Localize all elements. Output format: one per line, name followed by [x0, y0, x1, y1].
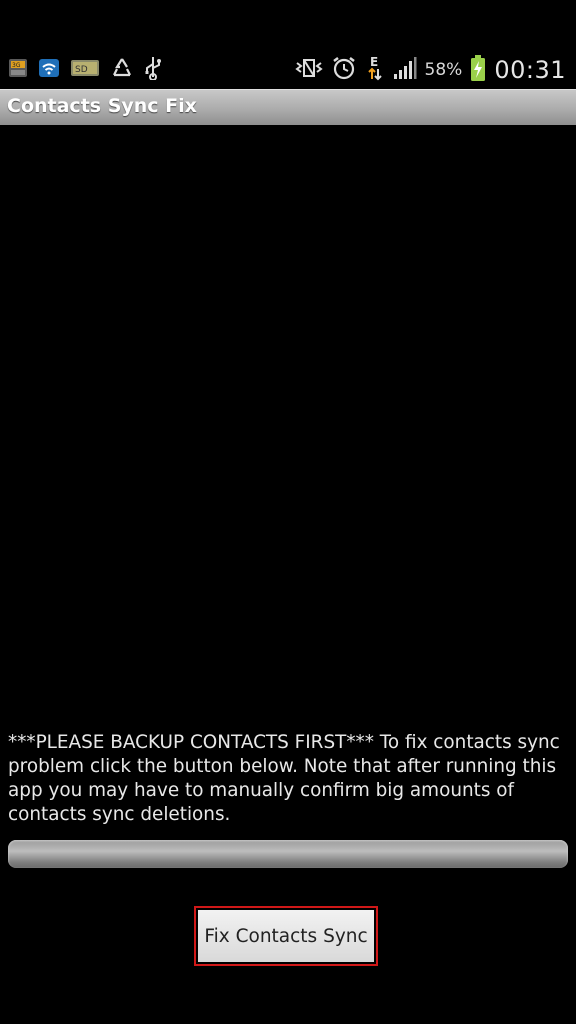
- battery-charging-icon: [470, 54, 486, 86]
- status-bar: 3G SD E 58% 00:31: [0, 48, 576, 90]
- svg-text:SD: SD: [75, 65, 88, 75]
- clock: 00:31: [494, 56, 566, 84]
- progress-bar: [8, 840, 568, 868]
- fix-button-highlight: Fix Contacts Sync: [194, 906, 378, 966]
- app-title: Contacts Sync Fix: [7, 95, 197, 117]
- usb-icon: [144, 56, 162, 84]
- title-bar: Contacts Sync Fix: [0, 89, 576, 125]
- sd-card-icon: SD: [70, 57, 100, 83]
- 3g-notification-icon: 3G: [8, 57, 28, 83]
- svg-text:E: E: [370, 55, 378, 69]
- svg-text:3G: 3G: [12, 62, 21, 69]
- vibrate-icon: [294, 57, 323, 83]
- battery-percent: 58%: [424, 60, 463, 80]
- instruction-text: ***PLEASE BACKUP CONTACTS FIRST*** To fi…: [8, 732, 560, 825]
- data-transfer-icon: E: [365, 55, 385, 85]
- fix-contacts-sync-button[interactable]: Fix Contacts Sync: [198, 910, 374, 962]
- alarm-icon: [331, 55, 357, 85]
- recycle-icon: [110, 57, 134, 83]
- wifi-notification-icon: [38, 57, 60, 83]
- signal-icon: [393, 56, 417, 84]
- notification-icons: 3G SD: [8, 56, 162, 84]
- system-icons: E 58% 00:31: [294, 54, 566, 86]
